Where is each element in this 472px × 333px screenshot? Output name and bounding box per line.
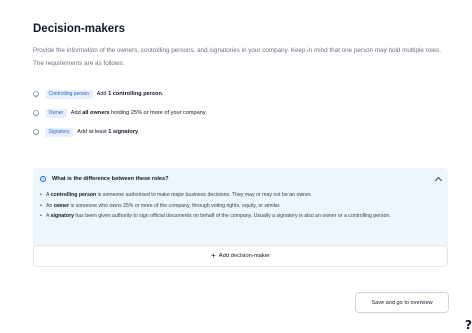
role-tag-controlling-person: Controlling person <box>45 89 93 99</box>
page-description: Provide the information of the owners, c… <box>33 47 442 67</box>
check-circle-icon <box>33 91 39 97</box>
check-circle-icon <box>33 110 39 116</box>
save-and-go-to-overview-button[interactable]: Save and go to overview <box>355 292 449 313</box>
requirement-signatory: Signatory Add at least 1 signatory. <box>33 127 448 137</box>
plus-icon: + <box>211 251 216 260</box>
add-decision-maker-button[interactable]: + Add decision-maker <box>33 245 448 267</box>
list-item: A signatory has been given authority to … <box>40 212 410 221</box>
requirement-text: Add at least 1 signatory. <box>77 129 140 135</box>
requirement-controlling-person: Controlling person Add 1 controlling per… <box>33 89 448 99</box>
requirement-text: Add all owners holding 25% or more of yo… <box>70 110 207 116</box>
page-title: Decision-makers <box>33 23 126 35</box>
list-item: An owner is someone who owns 25% or more… <box>40 202 410 211</box>
check-circle-icon <box>33 129 39 135</box>
info-icon: i <box>40 176 46 182</box>
requirement-text: Add 1 controlling person. <box>96 91 164 97</box>
role-tag-owner: Owner <box>45 108 67 118</box>
decision-makers-page: Decision-makers Provide the information … <box>33 22 449 313</box>
add-decision-maker-label: Add decision-maker <box>218 253 270 259</box>
requirement-owner: Owner Add all owners holding 25% or more… <box>33 108 448 118</box>
roles-info-title: What is the difference between these rol… <box>52 176 169 182</box>
chevron-up-icon[interactable] <box>434 176 443 184</box>
roles-info-header[interactable]: i What is the difference between these r… <box>40 175 443 184</box>
list-item: A controlling person is someone authoriz… <box>40 191 410 200</box>
requirements-list: Controlling person Add 1 controlling per… <box>33 89 448 137</box>
role-tag-signatory: Signatory <box>45 127 74 137</box>
roles-info-list: A controlling person is someone authoriz… <box>40 191 410 223</box>
